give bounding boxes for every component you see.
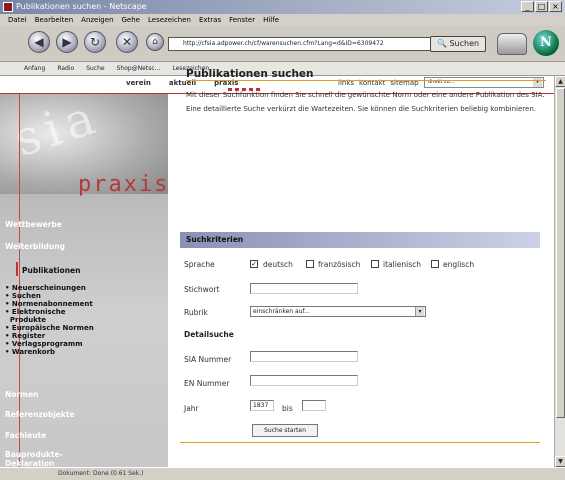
scroll-up-icon[interactable]: ▲ [555,76,565,87]
search-button-label: Suchen [449,39,480,48]
sidebar-item-publikationen[interactable]: Publikationen [22,266,80,275]
menu-lesezeichen[interactable]: Lesezeichen [148,14,191,26]
search-icon: 🔍 [436,39,447,48]
sidebar-item-referenzobjekte[interactable]: Referenzobjekte [5,410,75,419]
status-text: Dokument: Done (0.61 Sek.) [58,470,144,477]
vertical-scrollbar[interactable]: ▲ ▼ [554,76,565,467]
navigation-toolbar: ◀ ▶ ↻ ✕ ⌂ http://cfsia.adpower.ch/cf/war… [0,26,565,62]
netscape-logo: N [533,30,559,56]
scrollbar-thumb[interactable] [556,88,565,418]
app-icon [3,2,13,12]
submenu-produkte[interactable]: Produkte [5,316,94,324]
jahr-from-input[interactable]: 1837 [250,400,274,411]
jahr-label: Jahr [184,404,199,413]
stichwort-label: Stichwort [184,285,220,294]
page-title: Publikationen suchen [186,68,314,80]
section-title: Suchkriterien [180,232,540,248]
chevron-down-icon: ▾ [415,307,424,316]
window-title: Publikationen suchen - Netscape [16,2,147,11]
checkbox-englisch-label: englisch [443,260,475,269]
menu-hilfe[interactable]: Hilfe [263,14,279,26]
jahr-bis-label: bis [282,404,293,413]
rubrik-label: Rubrik [184,308,208,317]
checkbox-franzoesisch[interactable] [306,260,314,268]
search-submit-button[interactable]: Suche starten [252,424,318,437]
status-bar: Dokument: Done (0.61 Sek.) [0,467,565,479]
sidebar-item-weiterbildung[interactable]: Weiterbildung [5,242,65,251]
sidebar-item-deklaration[interactable]: Deklaration [5,459,54,467]
sidebar-item-wettbewerbe[interactable]: Wettbewerbe [5,220,62,229]
active-item-marker [16,262,18,276]
submenu-warenkorb[interactable]: • Warenkorb [5,348,94,356]
menu-datei[interactable]: Datei [8,14,27,26]
print-icon[interactable] [497,33,527,55]
jahr-to-input[interactable] [302,400,326,411]
logo-sia-text: sia [7,87,108,169]
sidebar-submenu: • Neuerscheinungen • Suchen • Normenabon… [5,284,94,356]
submenu-verlagsprogramm[interactable]: • Verlagsprogramm [5,340,94,348]
rubrik-select[interactable]: einschränken auf... ▾ [250,306,426,317]
home-icon[interactable]: ⌂ [146,33,164,51]
menu-bearbeiten[interactable]: Bearbeiten [35,14,73,26]
page-viewport: verein aktuell praxis links kontakt site… [0,76,554,467]
window-title-bar: Publikationen suchen - Netscape _ □ × [0,0,565,14]
submenu-normenabonnement[interactable]: • Normenabonnement [5,300,94,308]
title-underline [186,80,546,81]
submenu-neuerscheinungen[interactable]: • Neuerscheinungen [5,284,94,292]
en-nummer-label: EN Nummer [184,379,230,388]
checkbox-deutsch[interactable]: ✓ [250,260,258,268]
sia-nummer-label: SIA Nummer [184,355,232,364]
sia-nummer-input[interactable] [250,351,358,362]
forward-icon[interactable]: ▶ [56,31,78,53]
menu-extras[interactable]: Extras [199,14,221,26]
rubrik-select-value: einschränken auf... [253,308,310,315]
reload-icon[interactable]: ↻ [84,31,106,53]
maximize-button[interactable]: □ [535,1,548,12]
intro-text: Mit dieser Suchfunktion finden Sie schne… [186,91,545,113]
search-button[interactable]: 🔍 Suchen [430,36,486,52]
site-logo[interactable]: sia praxis [0,88,170,197]
bookmark-shop[interactable]: Shop@Netsc... [117,62,161,75]
checkbox-franzoesisch-label: französisch [318,260,361,269]
checkbox-englisch[interactable] [431,260,439,268]
sidebar-item-bauprodukte[interactable]: Bauprodukte- [5,450,63,459]
checkbox-italienisch-label: italienisch [383,260,422,269]
checkbox-italienisch[interactable] [371,260,379,268]
menu-anzeigen[interactable]: Anzeigen [81,14,113,26]
menu-gehe[interactable]: Gehe [122,14,140,26]
detailsuche-heading: Detailsuche [184,330,234,339]
bookmark-suche[interactable]: Suche [86,62,104,75]
minimize-button[interactable]: _ [521,1,534,12]
menu-bar: Datei Bearbeiten Anzeigen Gehe Lesezeich… [0,14,565,26]
submenu-elektronische[interactable]: • Elektronische [5,308,94,316]
sidebar-item-fachleute[interactable]: Fachleute [5,431,46,440]
submenu-europaeische-normen[interactable]: • Europäische Normen [5,324,94,332]
sprache-label: Sprache [184,260,215,269]
back-icon[interactable]: ◀ [28,31,50,53]
nav-verein[interactable]: verein [126,79,151,87]
url-field[interactable]: http://cfsia.adpower.ch/cf/warensuchen.c… [168,37,432,51]
stop-icon[interactable]: ✕ [116,31,138,53]
bookmark-radio[interactable]: Radio [57,62,74,75]
logo-praxis-text: praxis [78,172,170,197]
en-nummer-input[interactable] [250,375,358,386]
submenu-suchen[interactable]: • Suchen [5,292,94,300]
stichwort-input[interactable] [250,283,358,294]
close-button[interactable]: × [549,1,562,12]
sidebar-item-normen[interactable]: Normen [5,390,38,399]
bookmark-anfang[interactable]: Anfang [24,62,45,75]
main-content [168,94,554,467]
scroll-down-icon[interactable]: ▼ [555,456,565,467]
direkt-select[interactable]: direkt zu... ▾ [424,77,544,88]
form-bottom-divider [180,442,540,443]
checkbox-deutsch-label: deutsch [263,260,293,269]
menu-fenster[interactable]: Fenster [229,14,255,26]
submenu-register[interactable]: • Register [5,332,94,340]
